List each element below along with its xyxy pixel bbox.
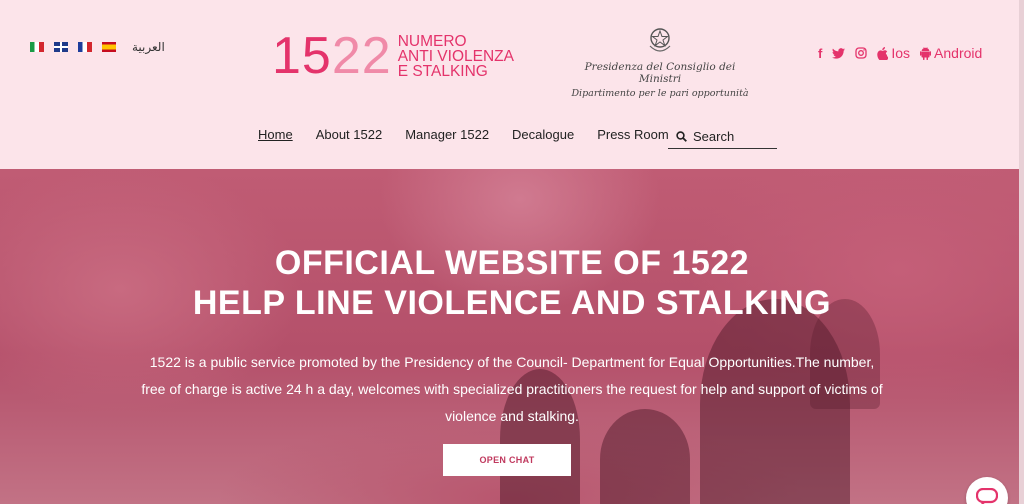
government-logo[interactable]: Presidenza del Consiglio dei Ministri Di… bbox=[562, 26, 758, 99]
android-label: Android bbox=[934, 45, 983, 61]
twitter-icon[interactable] bbox=[832, 47, 846, 59]
site-logo[interactable]: 1522 NUMERO ANTI VIOLENZA E STALKING bbox=[272, 30, 514, 82]
chat-icon bbox=[976, 488, 998, 504]
logo-number: 1522 bbox=[272, 27, 392, 85]
nav-manager[interactable]: Manager 1522 bbox=[405, 127, 489, 142]
site-header: العربية 1522 NUMERO ANTI VIOLENZA E STAL… bbox=[0, 0, 1024, 169]
android-app-link[interactable]: Android bbox=[920, 45, 982, 61]
facebook-icon[interactable]: f bbox=[818, 46, 822, 61]
nav-about[interactable]: About 1522 bbox=[316, 127, 383, 142]
nav-decalogue[interactable]: Decalogue bbox=[512, 127, 574, 142]
main-nav: Home About 1522 Manager 1522 Decalogue P… bbox=[258, 127, 692, 142]
instagram-icon[interactable] bbox=[855, 47, 867, 59]
hero-banner: OFFICIAL WEBSITE OF 1522 HELP LINE VIOLE… bbox=[0, 169, 1024, 504]
government-line2: Dipartimento per le pari opportunità bbox=[571, 88, 749, 99]
nav-home[interactable]: Home bbox=[258, 127, 293, 142]
open-chat-button[interactable]: OPEN CHAT bbox=[443, 444, 571, 476]
nav-press-room[interactable]: Press Room bbox=[597, 127, 669, 142]
flag-uk-icon[interactable] bbox=[54, 42, 68, 52]
hero-description: 1522 is a public service promoted by the… bbox=[141, 354, 883, 424]
social-links: f Ios Android bbox=[818, 45, 982, 61]
language-switcher: العربية bbox=[30, 40, 165, 54]
flag-spain-icon[interactable] bbox=[102, 42, 116, 52]
hero-title: OFFICIAL WEBSITE OF 1522 HELP LINE VIOLE… bbox=[192, 244, 832, 322]
logo-tagline: NUMERO ANTI VIOLENZA E STALKING bbox=[397, 32, 514, 80]
government-line1: Presidenza del Consiglio dei Ministri bbox=[584, 61, 736, 85]
flag-italy-icon[interactable] bbox=[30, 42, 44, 52]
ios-label: Ios bbox=[891, 45, 911, 61]
search-icon[interactable] bbox=[676, 130, 687, 142]
search-box bbox=[668, 124, 777, 149]
search-input[interactable] bbox=[693, 128, 773, 144]
android-icon bbox=[920, 46, 932, 60]
ios-app-link[interactable]: Ios bbox=[877, 45, 910, 61]
flag-france-icon[interactable] bbox=[78, 42, 92, 52]
apple-icon bbox=[877, 46, 889, 60]
language-arabic-link[interactable]: العربية bbox=[132, 40, 165, 54]
italian-emblem-icon bbox=[649, 28, 671, 52]
page-scrollbar[interactable] bbox=[1019, 0, 1024, 504]
